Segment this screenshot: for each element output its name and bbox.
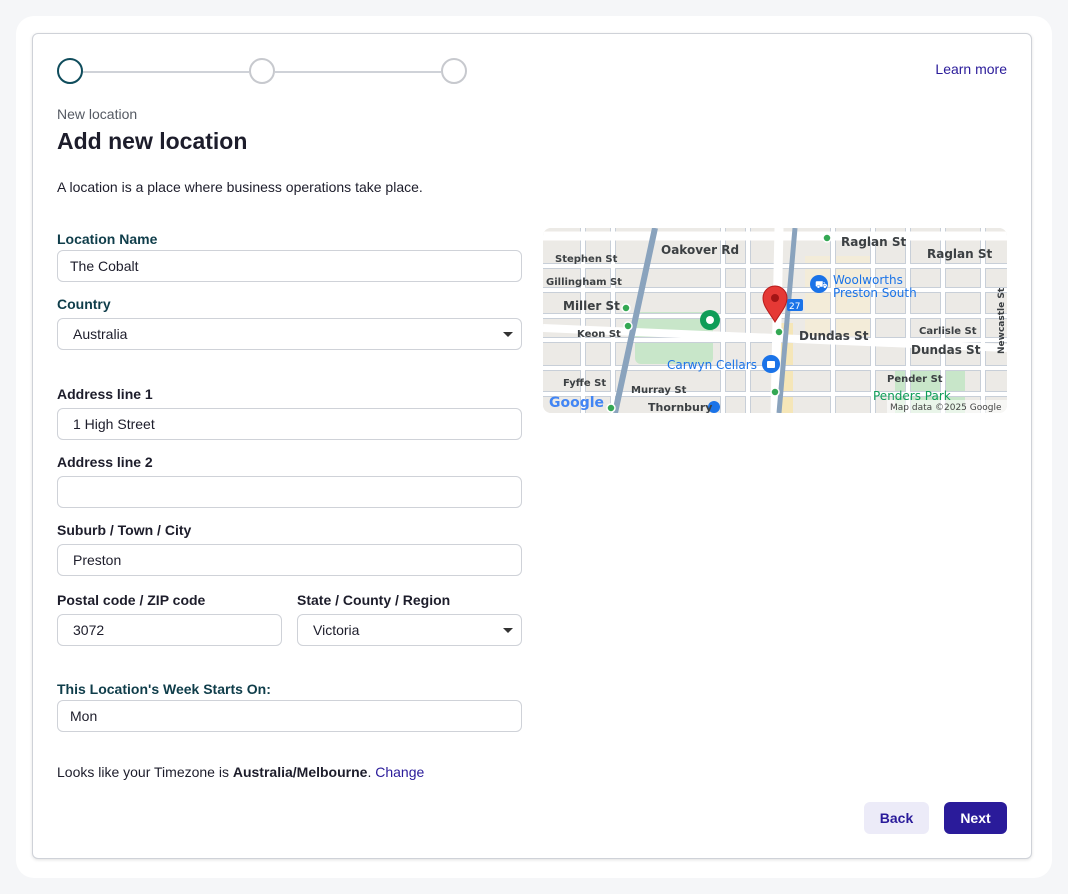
park-marker-dot — [706, 316, 714, 324]
chevron-down-icon — [503, 628, 513, 633]
page-description: A location is a place where business ope… — [57, 179, 423, 195]
map-canvas: ⛟ 27 Oakover Rd Raglan St Raglan St Step… — [543, 228, 1007, 413]
state-select-value: Victoria — [313, 622, 360, 638]
google-logo: Google — [549, 395, 604, 411]
address-line-2-input[interactable] — [57, 476, 522, 508]
map-copyright: Map data ©2025 Google — [890, 403, 1002, 413]
page-eyebrow: New location — [57, 106, 138, 122]
map-label-murray: Murray St — [631, 385, 687, 396]
map-label-dundas-2: Dundas St — [911, 343, 981, 357]
back-button[interactable]: Back — [864, 802, 929, 834]
page-title: Add new location — [57, 128, 248, 154]
add-location-card: Learn more New location Add new location… — [32, 33, 1032, 859]
map-label-raglan-1: Raglan St — [841, 235, 907, 249]
city-input[interactable]: Preston — [57, 544, 522, 576]
state-select[interactable]: Victoria — [297, 614, 522, 646]
map-label-preston-south: Preston South — [833, 286, 917, 300]
cart-glyph: ⛟ — [815, 280, 828, 291]
next-button[interactable]: Next — [944, 802, 1007, 834]
map-label-dundas-1: Dundas St — [799, 329, 869, 343]
change-timezone-link[interactable]: Change — [375, 764, 424, 780]
stepper-connector — [83, 71, 249, 73]
location-pin-center — [771, 294, 779, 302]
map-label-miller: Miller St — [563, 299, 620, 313]
address-line-2-label: Address line 2 — [57, 454, 153, 470]
week-start-input[interactable]: Mon — [57, 700, 522, 732]
postal-code-label: Postal code / ZIP code — [57, 592, 206, 608]
location-name-input[interactable]: The Cobalt — [57, 250, 522, 282]
week-start-label: This Location's Week Starts On: — [57, 681, 271, 697]
step-1-indicator — [57, 58, 83, 84]
country-label: Country — [57, 296, 111, 312]
step-3-indicator — [441, 58, 467, 84]
map-label-pender: Pender St — [887, 374, 943, 385]
country-select[interactable]: Australia — [57, 318, 522, 350]
timezone-value: Australia/Melbourne — [232, 764, 368, 780]
bag-glyph — [767, 361, 775, 368]
map-label-stephen: Stephen St — [555, 254, 618, 265]
map-label-fyffe: Fyffe St — [563, 378, 606, 389]
learn-more-link[interactable]: Learn more — [935, 61, 1007, 77]
stepper-connector — [275, 71, 441, 73]
map-label-woolworths: Woolworths — [833, 273, 903, 287]
step-2-indicator — [249, 58, 275, 84]
location-name-label: Location Name — [57, 231, 158, 247]
state-label: State / County / Region — [297, 592, 451, 608]
route-number: 27 — [789, 302, 800, 312]
map-label-carwyn: Carwyn Cellars — [667, 358, 757, 372]
map-label-raglan-2: Raglan St — [927, 247, 993, 261]
address-line-1-input[interactable]: 1 High Street — [57, 408, 522, 440]
city-label: Suburb / Town / City — [57, 522, 192, 538]
map-label-gillingham: Gillingham St — [546, 277, 622, 288]
postal-code-input[interactable]: 3072 — [57, 614, 282, 646]
address-line-1-label: Address line 1 — [57, 386, 153, 402]
timezone-prefix: Looks like your Timezone is — [57, 764, 233, 780]
map-label-oakover: Oakover Rd — [661, 243, 739, 257]
country-select-value: Australia — [73, 326, 128, 342]
location-map[interactable]: ⛟ 27 Oakover Rd Raglan St Raglan St Step… — [543, 228, 1007, 413]
map-label-thornbury: Thornbury — [648, 401, 712, 413]
progress-stepper — [57, 58, 467, 86]
timezone-notice: Looks like your Timezone is Australia/Me… — [57, 764, 424, 780]
map-label-carlisle: Carlisle St — [919, 326, 977, 337]
map-label-newcastle: Newcastle St — [997, 287, 1007, 354]
chevron-down-icon — [503, 332, 513, 337]
map-label-keon: Keon St — [577, 329, 621, 340]
